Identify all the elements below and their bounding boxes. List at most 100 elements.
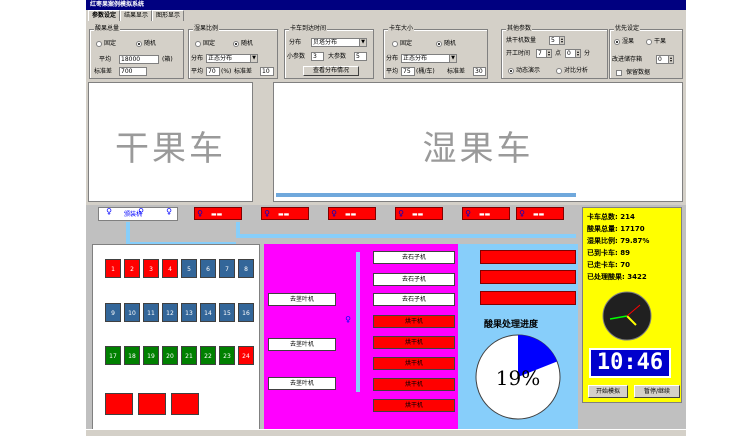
machine-label: 去石子机 xyxy=(401,254,426,261)
storage-bin: 24 xyxy=(238,346,254,365)
spin-icon[interactable]: ▴ ▾ xyxy=(546,50,551,57)
dist-value: 正态分布 xyxy=(403,55,428,62)
start-min-input[interactable]: 0 ▴ ▾ xyxy=(565,49,581,58)
group-title: 其他参数 xyxy=(506,25,533,33)
radio-random[interactable] xyxy=(233,41,239,47)
radio-random[interactable] xyxy=(436,41,442,47)
start-hour-input[interactable]: 7 ▴ ▾ xyxy=(536,49,552,58)
storage-bins-panel: 1 2 3 4 5 6 7 8 9 10 11 12 13 14 15 16 17 18 19 20 21 22 23 24 xyxy=(92,244,260,430)
stem-machine: 去茎叶机 xyxy=(268,377,336,390)
spin-icon[interactable]: ▴ ▾ xyxy=(668,56,673,63)
start-simulation-button[interactable]: 开始模拟 xyxy=(588,385,628,398)
radio-compare[interactable] xyxy=(556,68,562,74)
store-value: 0 xyxy=(658,56,662,63)
radio-dynamic[interactable] xyxy=(508,68,514,74)
machine-label: 去茎叶机 xyxy=(289,296,314,303)
dist-select[interactable]: 贝塔分布 ▼ xyxy=(311,38,367,47)
std-input[interactable]: 10 xyxy=(260,67,274,76)
storage-bin: 18 xyxy=(124,346,140,365)
truck-icon: ▬▬ xyxy=(278,211,290,218)
analog-clock-icon xyxy=(602,291,652,341)
chevron-down-icon[interactable]: ▼ xyxy=(359,39,366,46)
group-other: 其他参数 烘干机数量 5 ▴ ▾ 开工时间 7 ▴ ▾ 点 0 ▴ ▾ 分 动态演示 对比分… xyxy=(501,25,608,79)
radio-wet[interactable] xyxy=(614,39,620,45)
radio-dry[interactable] xyxy=(646,39,652,45)
worker-icon: ♀ xyxy=(398,209,404,218)
big-label: 大参数 xyxy=(328,53,347,60)
radio-fixed[interactable] xyxy=(195,41,201,47)
tab-params[interactable]: 参数设定 xyxy=(88,10,121,21)
group-priority: 优先设定 湿果 干果 改进储存箱 0 ▴ ▾ 保留数据 xyxy=(609,25,683,79)
group-title: 酸果总量 xyxy=(94,25,121,33)
progress-percent: 19% xyxy=(496,366,540,390)
digital-clock: 10:46 xyxy=(589,348,671,378)
stat-wet-ratio: 湿果比例: 79.87% xyxy=(587,237,650,245)
dist-select[interactable]: 正态分布 ▼ xyxy=(401,54,457,63)
chevron-down-icon[interactable]: ▼ xyxy=(250,55,257,62)
machine-label: 烘干机 xyxy=(404,318,423,325)
radio-label: 固定 xyxy=(203,40,216,47)
output-bin xyxy=(480,250,576,264)
group-truck-size: 卡车大小 固定 随机 分布 正态分布 ▼ 平均 75 (桶/车) 标准差 30 xyxy=(383,25,488,79)
radio-label: 对比分析 xyxy=(564,67,589,74)
storage-bin: 5 xyxy=(181,259,197,278)
group-arrival: 卡车到达时间 分布 贝塔分布 ▼ 小参数 3 大参数 5 查看分布情况 xyxy=(284,25,374,79)
view-distribution-button[interactable]: 查看分布情况 xyxy=(303,66,359,76)
dryer-count-input[interactable]: 5 ▴ ▾ xyxy=(549,36,565,45)
std-label: 标准差 xyxy=(447,68,466,75)
stat-fruit-total: 酸果总量: 17170 xyxy=(587,225,645,233)
worker-icon: ♀ xyxy=(331,209,337,218)
tab-graphics[interactable]: 图形显示 xyxy=(152,10,185,21)
tab-results[interactable]: 结果显示 xyxy=(120,10,153,21)
group-title: 湿果比例 xyxy=(193,25,220,33)
progress-pie: 19% xyxy=(475,334,561,420)
radio-fixed[interactable] xyxy=(392,41,398,47)
storage-bin: 21 xyxy=(181,346,197,365)
store-input[interactable]: 0 ▴ ▾ xyxy=(656,55,674,64)
radio-fixed[interactable] xyxy=(96,41,102,47)
machine-label: 烘干机 xyxy=(404,381,423,388)
spin-icon[interactable]: ▴ ▾ xyxy=(559,37,564,44)
mean-input[interactable]: 70 xyxy=(206,67,220,76)
machine-label: 烘干机 xyxy=(404,339,423,346)
stone-machine: 去石子机 xyxy=(373,251,455,264)
window-title: 红枣果案例模拟系统 xyxy=(90,1,145,8)
storage-bin: 19 xyxy=(143,346,159,365)
small-input[interactable]: 3 xyxy=(311,52,324,61)
big-input[interactable]: 5 xyxy=(354,52,367,61)
store-label: 改进储存箱 xyxy=(612,56,643,63)
spin-icon[interactable]: ▴ ▾ xyxy=(575,50,580,57)
mean-input[interactable]: 18000 xyxy=(119,55,159,64)
std-input[interactable]: 700 xyxy=(119,67,147,76)
mean-input[interactable]: 75 xyxy=(401,67,415,76)
storage-bin: 15 xyxy=(219,303,235,322)
pause-resume-button[interactable]: 暂停/继续 xyxy=(634,385,680,398)
start-min-value: 0 xyxy=(567,50,571,57)
worker-icon: ♀ xyxy=(106,207,112,216)
worker-icon: ♀ xyxy=(519,209,525,218)
storage-bin: 20 xyxy=(162,346,178,365)
worker-icon: ♀ xyxy=(138,207,144,216)
radio-label: 干果 xyxy=(654,38,667,45)
output-bin xyxy=(480,291,576,305)
group-total: 酸果总量 固定 随机 平均 18000 (箱) 标准差 700 xyxy=(89,25,184,79)
unit-label: (箱) xyxy=(162,56,173,63)
chevron-down-icon[interactable]: ▼ xyxy=(449,55,456,62)
progress-title: 酸果处理进度 xyxy=(484,320,539,330)
std-input[interactable]: 30 xyxy=(473,67,486,76)
truck-station: ♀ ▬▬ xyxy=(395,207,443,220)
dist-label: 分布 xyxy=(191,55,204,62)
dryer-machine: 烘干机 xyxy=(373,357,455,370)
dist-select[interactable]: 正态分布 ▼ xyxy=(206,54,258,63)
machine-label: 去石子机 xyxy=(401,296,426,303)
radio-random[interactable] xyxy=(136,41,142,47)
truck-queue-line xyxy=(276,193,576,197)
storage-bin: 9 xyxy=(105,303,121,322)
radio-label: 随机 xyxy=(241,40,254,47)
keep-data-checkbox[interactable] xyxy=(616,70,622,76)
group-title: 优先设定 xyxy=(614,25,641,33)
machine-label: 去茎叶机 xyxy=(289,380,314,387)
stone-machine: 去石子机 xyxy=(373,293,455,306)
output-bin xyxy=(480,270,576,284)
dryer-machine: 烘干机 xyxy=(373,399,455,412)
